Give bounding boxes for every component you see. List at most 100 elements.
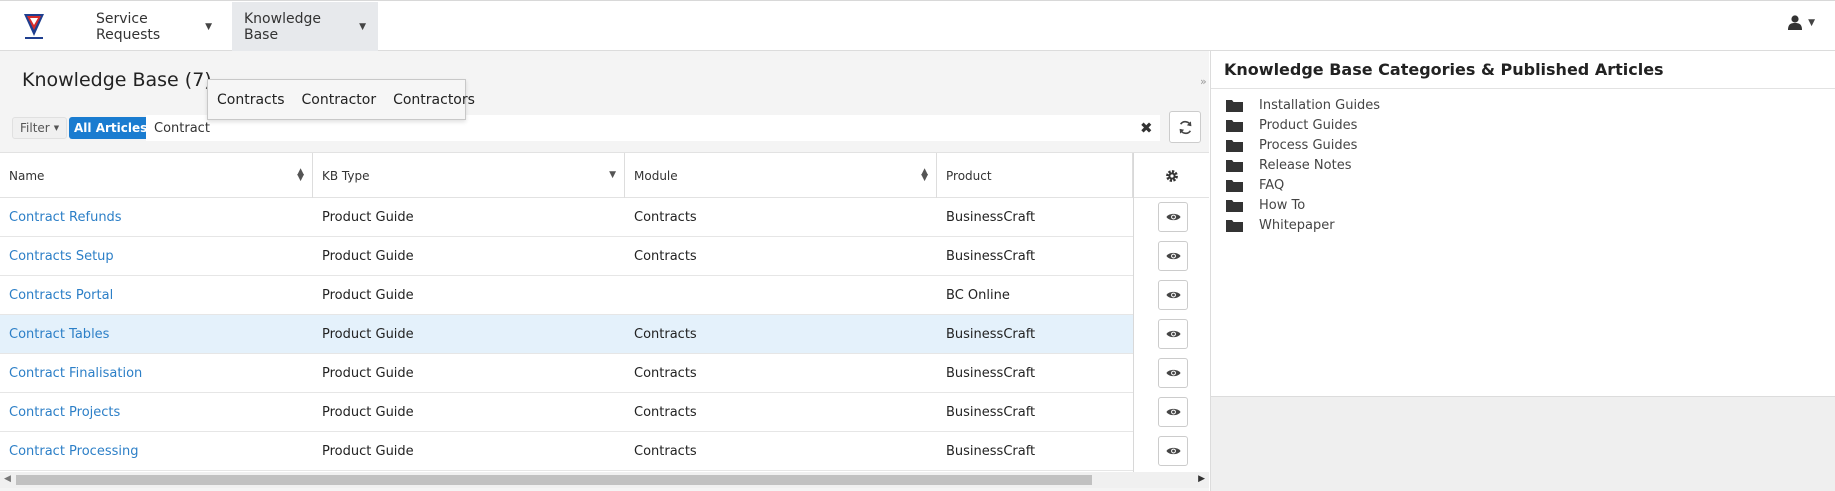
articles-table: Name ▲ ▼ KB Type ▼ Module ▲ ▼ Product Cont… <box>0 152 1209 472</box>
collapse-panel-icon[interactable]: » <box>1200 75 1207 88</box>
category-item[interactable]: Whitepaper <box>1226 215 1335 235</box>
chevron-down-icon: ▼ <box>1808 17 1815 28</box>
folder-icon <box>1226 159 1243 172</box>
category-item[interactable]: Installation Guides <box>1226 95 1380 115</box>
autocomplete-option[interactable]: Contractors <box>385 92 483 108</box>
module-cell: Contracts <box>634 327 697 342</box>
eye-icon <box>1165 291 1181 299</box>
column-header-module[interactable]: Module ▲ ▼ <box>625 153 937 199</box>
autocomplete-option[interactable]: Contracts <box>209 92 293 108</box>
view-button[interactable] <box>1158 358 1188 388</box>
view-button[interactable] <box>1158 280 1188 310</box>
table-row[interactable]: Contracts Setup Product Guide Contracts … <box>0 237 1133 276</box>
product-cell: BusinessCraft <box>946 366 1036 381</box>
product-cell: BusinessCraft <box>946 444 1036 459</box>
category-item[interactable]: How To <box>1226 195 1305 215</box>
filter-bar: Filter ▼ All Articles ✖ <box>0 110 1209 153</box>
article-name-link[interactable]: Contracts Setup <box>0 237 114 276</box>
article-name-link[interactable]: Contract Finalisation <box>0 354 142 393</box>
view-button[interactable] <box>1158 202 1188 232</box>
company-logo[interactable] <box>22 12 46 40</box>
kb-type-cell: Product Guide <box>322 444 414 459</box>
kb-type-cell: Product Guide <box>322 288 414 303</box>
category-item[interactable]: Release Notes <box>1226 155 1351 175</box>
eye-icon <box>1165 252 1181 260</box>
nav-knowledge-base-label: Knowledge Base <box>244 10 321 43</box>
scroll-left-icon[interactable]: ◀ <box>4 474 11 484</box>
autocomplete-option[interactable]: Contractor <box>294 92 385 108</box>
sort-icon[interactable]: ▲ ▼ <box>921 168 928 183</box>
article-name-link[interactable]: Contract Tables <box>0 315 109 354</box>
table-row[interactable]: Contract Processing Product Guide Contra… <box>0 432 1133 471</box>
eye-icon <box>1165 408 1181 416</box>
module-cell: Contracts <box>634 210 697 225</box>
column-header-kb-type[interactable]: KB Type ▼ <box>313 153 625 199</box>
folder-icon <box>1226 119 1243 132</box>
kb-type-cell: Product Guide <box>322 327 414 342</box>
view-button[interactable] <box>1158 397 1188 427</box>
column-header-product[interactable]: Product <box>937 153 1133 199</box>
article-name-link[interactable]: Contract Projects <box>0 393 120 432</box>
divider <box>1211 88 1835 89</box>
kb-type-cell: Product Guide <box>322 210 414 225</box>
kb-type-cell: Product Guide <box>322 405 414 420</box>
product-cell: BusinessCraft <box>946 327 1036 342</box>
category-item[interactable]: Process Guides <box>1226 135 1357 155</box>
category-item[interactable]: FAQ <box>1226 175 1284 195</box>
scrollbar-thumb[interactable] <box>16 475 1092 485</box>
column-header-name[interactable]: Name ▲ ▼ <box>0 153 313 199</box>
article-name-link[interactable]: Contract Refunds <box>0 198 122 237</box>
nav-knowledge-base[interactable]: Knowledge Base ▼ <box>232 2 378 51</box>
product-cell: BusinessCraft <box>946 210 1036 225</box>
sort-icon[interactable]: ▲ ▼ <box>297 168 304 183</box>
folder-icon <box>1226 179 1243 192</box>
chevron-down-icon: ▼ <box>359 21 366 32</box>
article-name-link[interactable]: Contract Processing <box>0 432 138 471</box>
horizontal-scrollbar[interactable]: ◀ ▶ <box>0 472 1209 488</box>
nav-service-requests-label: Service Requests <box>96 10 161 43</box>
nav-service-requests[interactable]: Service Requests ▼ <box>84 2 224 51</box>
kb-type-cell: Product Guide <box>322 366 414 381</box>
sort-desc-icon[interactable]: ▼ <box>609 171 616 180</box>
view-button[interactable] <box>1158 241 1188 271</box>
folder-icon <box>1226 199 1243 212</box>
article-name-link[interactable]: Contracts Portal <box>0 276 113 315</box>
gear-icon <box>1165 170 1178 182</box>
eye-icon <box>1165 447 1181 455</box>
filter-button[interactable]: Filter ▼ <box>12 117 68 139</box>
chevron-down-icon: ▼ <box>205 21 212 32</box>
table-row[interactable]: Contracts Portal Product Guide BC Online <box>0 276 1133 315</box>
column-settings[interactable] <box>1133 153 1209 199</box>
eye-icon <box>1165 330 1181 338</box>
chevron-down-icon: ▼ <box>53 124 60 132</box>
category-item[interactable]: Product Guides <box>1226 115 1357 135</box>
table-row[interactable]: Contract Finalisation Product Guide Cont… <box>0 354 1133 393</box>
module-cell: Contracts <box>634 405 697 420</box>
product-cell: BC Online <box>946 288 1010 303</box>
categories-sidebar: Knowledge Base Categories & Published Ar… <box>1210 51 1835 491</box>
all-articles-tag[interactable]: All Articles <box>69 117 153 139</box>
table-row[interactable]: Contract Refunds Product Guide Contracts… <box>0 198 1133 237</box>
module-cell: Contracts <box>634 444 697 459</box>
table-row[interactable]: Contract Projects Product Guide Contract… <box>0 393 1133 432</box>
module-cell <box>625 276 634 315</box>
user-menu[interactable]: ▼ <box>1788 15 1815 30</box>
module-cell: Contracts <box>634 249 697 264</box>
folder-icon <box>1226 219 1243 232</box>
folder-icon <box>1226 99 1243 112</box>
folder-icon <box>1226 139 1243 152</box>
clear-icon[interactable]: ✖ <box>1140 119 1153 137</box>
eye-icon <box>1165 213 1181 221</box>
page-title: Knowledge Base (7) <box>22 69 212 91</box>
user-icon <box>1788 15 1803 30</box>
categories-panel: Knowledge Base Categories & Published Ar… <box>1211 51 1835 397</box>
refresh-button[interactable] <box>1169 111 1201 143</box>
eye-icon <box>1165 369 1181 377</box>
categories-title: Knowledge Base Categories & Published Ar… <box>1224 60 1664 79</box>
view-button[interactable] <box>1158 319 1188 349</box>
table-header: Name ▲ ▼ KB Type ▼ Module ▲ ▼ Product <box>0 152 1209 199</box>
table-row-highlighted[interactable]: Contract Tables Product Guide Contracts … <box>0 315 1133 354</box>
scroll-right-icon[interactable]: ▶ <box>1198 474 1205 484</box>
view-button[interactable] <box>1158 436 1188 466</box>
kb-type-cell: Product Guide <box>322 249 414 264</box>
